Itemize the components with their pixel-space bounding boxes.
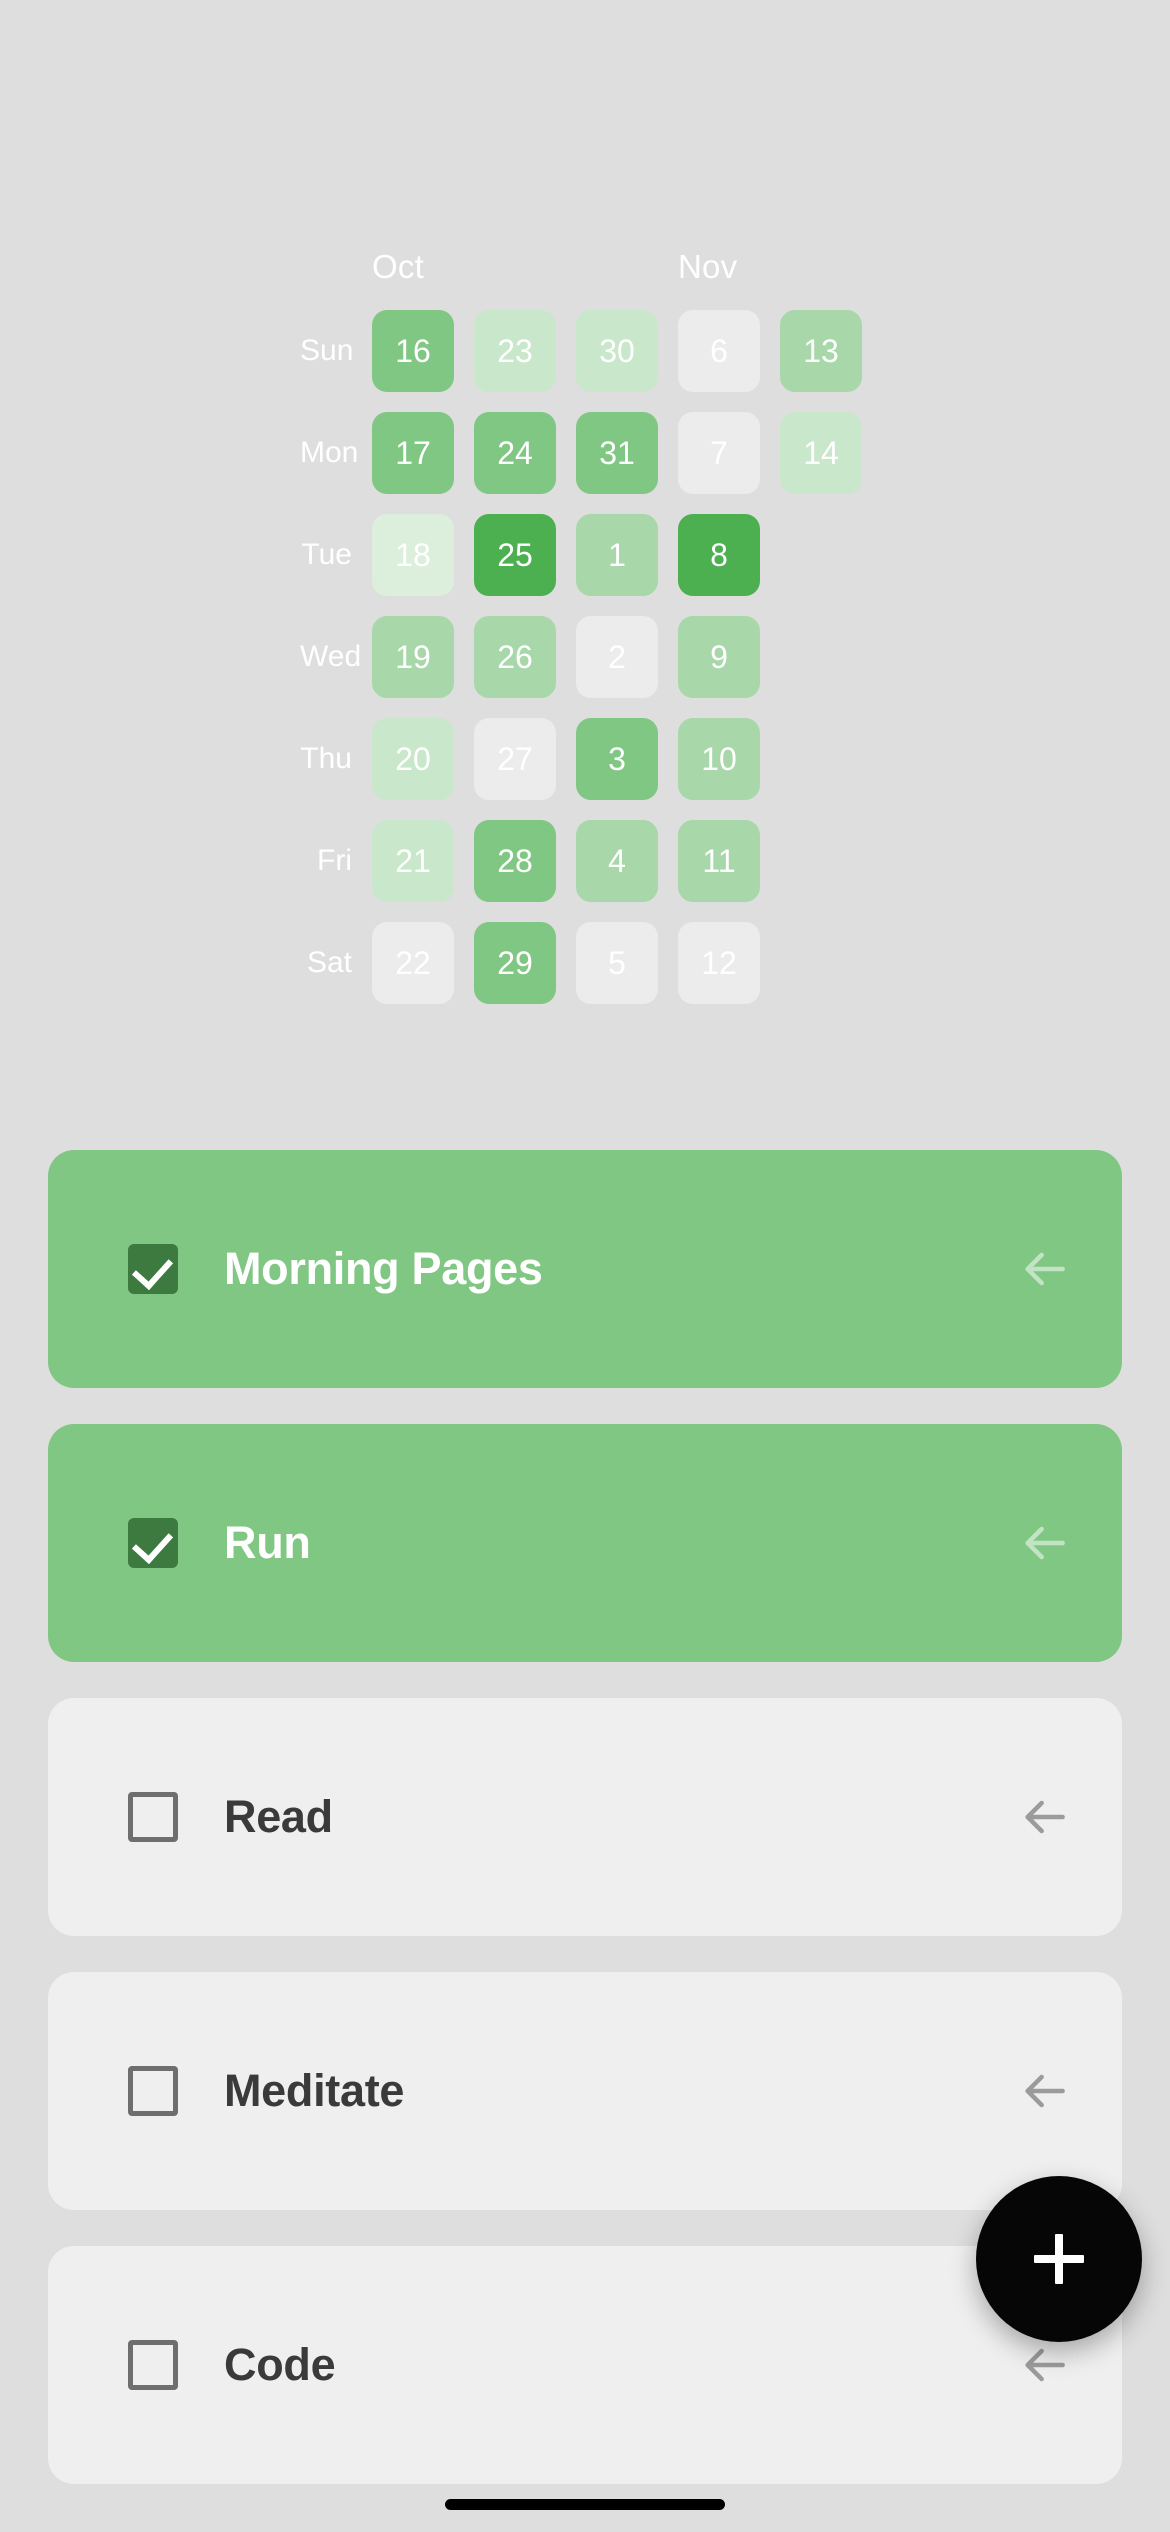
heatmap-day-label: Wed xyxy=(300,640,362,673)
heatmap-row: Wed 19 26 2 9 xyxy=(300,606,882,708)
heatmap-day-cell[interactable]: 9 xyxy=(678,616,760,698)
heatmap-day-cell[interactable]: 4 xyxy=(576,820,658,902)
heatmap-day-cell[interactable]: 22 xyxy=(372,922,454,1004)
heatmap-row: Thu 20 27 3 10 xyxy=(300,708,882,810)
heatmap-day-cell[interactable]: 17 xyxy=(372,412,454,494)
habit-name-label: Run xyxy=(224,1517,311,1568)
heatmap-day-label: Thu xyxy=(300,742,352,775)
habit-name-label: Meditate xyxy=(224,2065,405,2116)
heatmap-day-cell[interactable]: 7 xyxy=(678,412,760,494)
plus-icon-vertical xyxy=(1055,2234,1063,2284)
habit-card[interactable]: Read xyxy=(48,1698,1122,1936)
heatmap-row: Tue 18 25 1 8 xyxy=(300,504,882,606)
heatmap-cell-empty xyxy=(780,820,862,902)
arrow-left-icon[interactable] xyxy=(1014,2061,1074,2121)
habit-name-label: Read xyxy=(224,1791,333,1842)
heatmap-day-cell[interactable]: 10 xyxy=(678,718,760,800)
home-indicator[interactable] xyxy=(445,2499,725,2510)
habit-name-label: Morning Pages xyxy=(224,1243,543,1294)
heatmap-day-label: Sat xyxy=(306,946,352,979)
habit-name-label: Code xyxy=(224,2339,336,2390)
habit-card[interactable]: Code xyxy=(48,2246,1122,2484)
heatmap-cell-empty xyxy=(780,922,862,1004)
heatmap-day-cell[interactable]: 3 xyxy=(576,718,658,800)
heatmap-day-cell[interactable]: 8 xyxy=(678,514,760,596)
arrow-left-icon[interactable] xyxy=(1014,1513,1074,1573)
heatmap-row: Fri 21 28 4 11 xyxy=(300,810,882,912)
arrow-left-icon[interactable] xyxy=(1014,1239,1074,1299)
heatmap-row: Sat 22 29 5 12 xyxy=(300,912,882,1014)
habit-list: Morning Pages Run Read Meditate Code xyxy=(0,1110,1170,2532)
heatmap-day-cell[interactable]: 25 xyxy=(474,514,556,596)
arrow-left-icon[interactable] xyxy=(1014,1787,1074,1847)
heatmap-day-cell[interactable]: 5 xyxy=(576,922,658,1004)
heatmap-day-label: Fri xyxy=(317,844,352,877)
heatmap-grid: Oct Nov Sun 16 23 30 6 13 Mon 17 24 31 7 14 Tue 18 25 1 8… xyxy=(300,248,882,1014)
heatmap-day-cell[interactable]: 2 xyxy=(576,616,658,698)
heatmap-cell-empty xyxy=(780,514,862,596)
heatmap-day-cell[interactable]: 1 xyxy=(576,514,658,596)
checkbox-empty-icon[interactable] xyxy=(128,2066,178,2116)
heatmap-row: Sun 16 23 30 6 13 xyxy=(300,300,882,402)
heatmap-day-cell[interactable]: 6 xyxy=(678,310,760,392)
heatmap-day-cell[interactable]: 13 xyxy=(780,310,862,392)
heatmap-day-cell[interactable]: 20 xyxy=(372,718,454,800)
habit-card[interactable]: Morning Pages xyxy=(48,1150,1122,1388)
heatmap-month-labels: Oct Nov xyxy=(372,248,882,300)
checkbox-checked-icon[interactable] xyxy=(128,1518,178,1568)
heatmap-day-label: Sun xyxy=(300,334,354,367)
heatmap-month-label: Oct xyxy=(372,248,424,285)
heatmap-day-cell[interactable]: 28 xyxy=(474,820,556,902)
heatmap-day-cell[interactable]: 19 xyxy=(372,616,454,698)
heatmap-cell-empty xyxy=(780,616,862,698)
checkbox-empty-icon[interactable] xyxy=(128,1792,178,1842)
heatmap-day-cell[interactable]: 16 xyxy=(372,310,454,392)
habit-card[interactable]: Meditate xyxy=(48,1972,1122,2210)
heatmap-day-cell[interactable]: 26 xyxy=(474,616,556,698)
heatmap-row: Mon 17 24 31 7 14 xyxy=(300,402,882,504)
arrow-left-icon[interactable] xyxy=(1014,2335,1074,2395)
heatmap-day-cell[interactable]: 31 xyxy=(576,412,658,494)
heatmap-day-cell[interactable]: 11 xyxy=(678,820,760,902)
add-habit-fab[interactable] xyxy=(976,2176,1142,2342)
heatmap-month-label: Nov xyxy=(678,248,738,285)
heatmap-cell-empty xyxy=(780,718,862,800)
heatmap-day-cell[interactable]: 27 xyxy=(474,718,556,800)
checkbox-empty-icon[interactable] xyxy=(128,2340,178,2390)
heatmap-day-cell[interactable]: 24 xyxy=(474,412,556,494)
checkbox-checked-icon[interactable] xyxy=(128,1244,178,1294)
habit-heatmap-section: Oct Nov Sun 16 23 30 6 13 Mon 17 24 31 7 14 Tue 18 25 1 8… xyxy=(0,0,1170,1110)
heatmap-day-cell[interactable]: 12 xyxy=(678,922,760,1004)
heatmap-day-label: Mon xyxy=(300,436,359,469)
habit-card[interactable]: Run xyxy=(48,1424,1122,1662)
heatmap-day-label: Tue xyxy=(301,538,352,571)
heatmap-day-cell[interactable]: 14 xyxy=(780,412,862,494)
heatmap-day-cell[interactable]: 29 xyxy=(474,922,556,1004)
heatmap-day-cell[interactable]: 23 xyxy=(474,310,556,392)
heatmap-rows: Sun 16 23 30 6 13 Mon 17 24 31 7 14 Tue 18 25 1 8 Wed 19 26… xyxy=(300,300,882,1014)
heatmap-day-cell[interactable]: 18 xyxy=(372,514,454,596)
heatmap-day-cell[interactable]: 30 xyxy=(576,310,658,392)
heatmap-day-cell[interactable]: 21 xyxy=(372,820,454,902)
